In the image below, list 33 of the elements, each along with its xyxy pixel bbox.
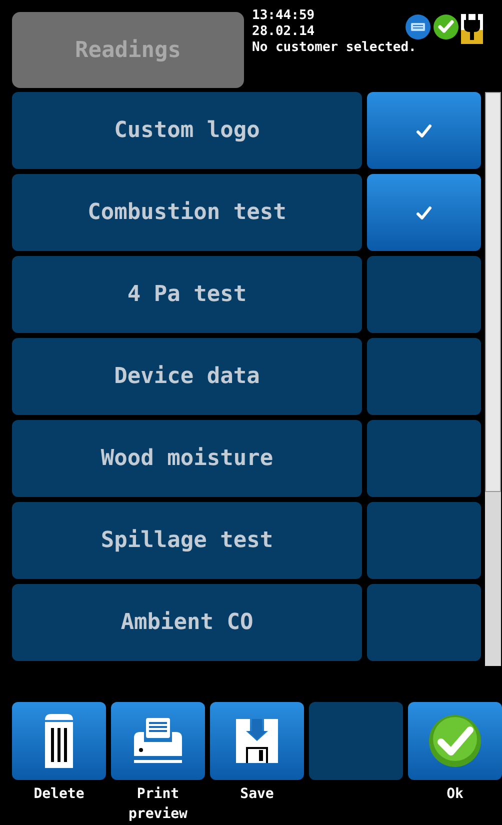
list-item-button[interactable]: Combustion test [12, 174, 362, 251]
toolbar-label: Ok [446, 785, 464, 804]
toolbar-label: Save [239, 785, 275, 804]
checkbox-toggle[interactable] [367, 256, 481, 333]
checkbox-toggle[interactable] [367, 174, 481, 251]
toolbar-label: Print preview [127, 785, 188, 824]
trash-icon [42, 714, 76, 768]
keyboard-icon [405, 14, 431, 40]
list-item-button[interactable]: Ambient CO [12, 584, 362, 661]
status-ok-icon [433, 14, 459, 40]
checkbox-toggle[interactable] [367, 420, 481, 497]
print-button[interactable] [111, 702, 205, 780]
delete-button[interactable] [12, 702, 106, 780]
customer-status-text: No customer selected. [252, 40, 416, 56]
checkbox-toggle[interactable] [367, 92, 481, 169]
list-item-button[interactable]: 4 Pa test [12, 256, 362, 333]
list-item-button[interactable]: Device data [12, 338, 362, 415]
time-text: 13:44:59 [252, 8, 316, 24]
scrollbar[interactable] [485, 92, 501, 666]
date-text: 28.02.14 [252, 24, 316, 40]
checkmark-icon [416, 124, 432, 138]
toolbar-label: Delete [32, 785, 86, 804]
ok-button[interactable] [408, 702, 502, 780]
checkbox-toggle[interactable] [367, 584, 481, 661]
checkbox-toggle[interactable] [367, 502, 481, 579]
list-item-button[interactable]: Wood moisture [12, 420, 362, 497]
list-item-button[interactable]: Custom logo [12, 92, 362, 169]
checkbox-toggle[interactable] [367, 338, 481, 415]
save-button[interactable] [210, 702, 304, 780]
list-item-button[interactable]: Spillage test [12, 502, 362, 579]
checkmark-icon [416, 206, 432, 220]
check-circle-icon [428, 714, 482, 768]
printer-icon [132, 718, 184, 764]
